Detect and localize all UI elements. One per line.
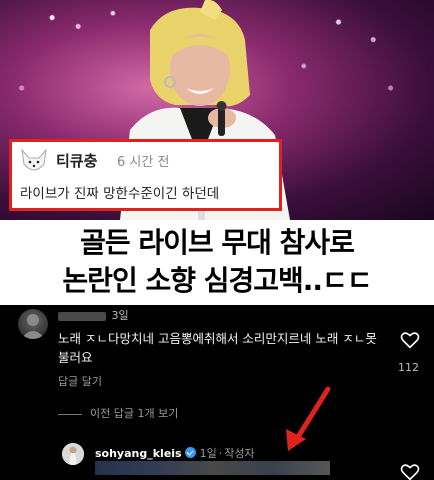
view-replies-button[interactable]: 이전 답글 1개 보기: [58, 405, 178, 421]
card-username: 티큐충: [56, 153, 98, 170]
reply-separator: ·: [218, 447, 223, 460]
stage-photo: 티큐충 6 시간 전 라이브가 진짜 망한수준이긴 하던데: [0, 0, 434, 220]
reply-author[interactable]: sohyang_kleis 1일 · 작성자: [95, 445, 255, 461]
divider-dash: [58, 413, 82, 415]
heart-icon-reply[interactable]: [400, 463, 420, 480]
red-arrow-pointer: [286, 386, 331, 451]
blurred-username: [58, 311, 106, 321]
comment-body: 노래 ㅈㄴ다망치네 고음뽕에취해서 소리만지르네 노래 ㅈㄴ못불러요: [58, 331, 377, 365]
blurred-reply-text: [95, 461, 330, 475]
heart-icon[interactable]: [400, 331, 420, 349]
like-count: 112: [398, 361, 419, 374]
headline: 골든 라이브 무대 참사로 논란인 소향 심경고백..ㄷㄷ: [0, 220, 434, 305]
fox-avatar-icon: [21, 148, 47, 171]
view-replies-label: 이전 답글 1개 보기: [90, 407, 179, 420]
reply-username: sohyang_kleis: [95, 447, 182, 460]
author-tag: 작성자: [224, 447, 255, 460]
headline-line-2: 논란인 소향 심경고백..ㄷㄷ: [62, 264, 372, 297]
headline-line-1: 골든 라이브 무대 참사로: [80, 226, 355, 259]
verified-badge-icon: [184, 447, 196, 458]
card-timestamp: 6 시간 전: [117, 155, 170, 170]
card-comment-text: 라이브가 진짜 망한수준이긴 하던데: [20, 186, 220, 202]
reply-time: 1일: [199, 447, 217, 460]
reply-author-avatar[interactable]: [62, 443, 84, 465]
singer-thumbnail-icon: [62, 443, 84, 465]
commenter-username[interactable]: 3일: [58, 307, 129, 323]
person-silhouette-icon: [21, 314, 45, 339]
comment-thread: 3일 노래 ㅈㄴ다망치네 고음뽕에취해서 소리만지르네 노래 ㅈㄴ못불러요 답글…: [0, 305, 434, 480]
reply-button[interactable]: 답글 달기: [58, 373, 102, 389]
comment-time: 3일: [111, 309, 129, 322]
commenter-avatar[interactable]: [18, 309, 48, 339]
comment-card: 티큐충 6 시간 전 라이브가 진짜 망한수준이긴 하던데: [9, 139, 282, 211]
